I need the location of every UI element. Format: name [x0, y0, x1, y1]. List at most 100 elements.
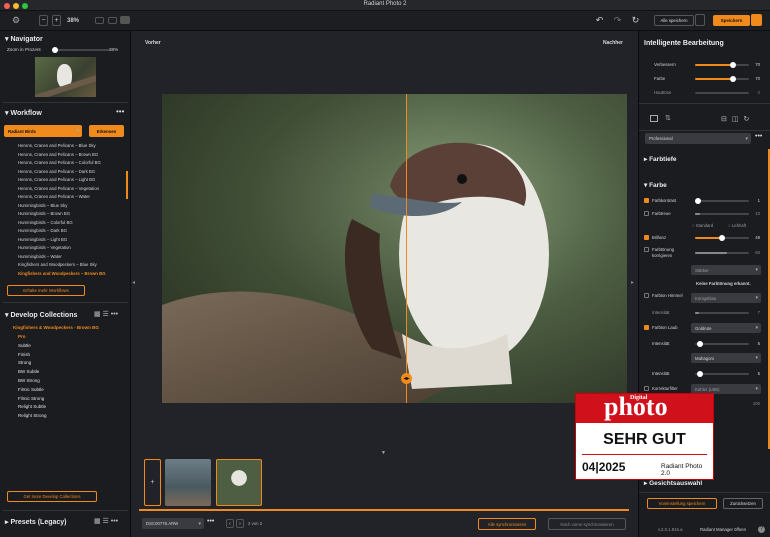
- more-develop-button[interactable]: Get more Develop Collections: [7, 491, 97, 502]
- save-preset-button[interactable]: Voreinstellung speichern: [647, 498, 717, 509]
- foliage-tone-select[interactable]: Goldrute: [691, 323, 761, 333]
- foliage-tone-checkbox[interactable]: [644, 325, 649, 330]
- develop-item[interactable]: BW Strong: [18, 378, 40, 383]
- image-icon[interactable]: [650, 115, 658, 122]
- mahogany-intensity-slider[interactable]: [695, 371, 749, 377]
- open-manager-link[interactable]: Radiant Manager öffnen: [700, 527, 746, 532]
- undo-icon[interactable]: ↶: [595, 15, 604, 26]
- profile-menu-icon[interactable]: •••: [755, 133, 762, 140]
- sky-intensity-slider[interactable]: [695, 312, 749, 314]
- workflow-menu-icon[interactable]: •••: [116, 107, 124, 116]
- tint-correction-checkbox[interactable]: [644, 247, 649, 252]
- foliage-intensity-slider[interactable]: [695, 341, 749, 347]
- develop-item[interactable]: Finish: [18, 352, 30, 357]
- develop-item[interactable]: Relight Subtle: [18, 404, 46, 409]
- workflow-header[interactable]: ▾ Workflow: [5, 109, 42, 117]
- color-slider[interactable]: [695, 76, 749, 82]
- workflow-item[interactable]: Herons, Cranes and Pelicans – Vegetation: [18, 186, 99, 191]
- fidelity-checkbox[interactable]: [644, 211, 649, 216]
- workflow-item[interactable]: Herons, Cranes and Pelicans – Dark BG: [18, 169, 95, 174]
- workflow-item[interactable]: Hummingbirds – Dark BG: [18, 228, 67, 233]
- left-collapse-icon[interactable]: ◂: [132, 279, 135, 286]
- navigator-thumbnail[interactable]: [35, 57, 96, 97]
- develop-item[interactable]: Filmic Strong: [18, 396, 44, 401]
- brilliance-slider-knob[interactable]: [719, 235, 725, 241]
- zoom-out-button[interactable]: −: [39, 15, 48, 26]
- workflow-item[interactable]: Hummingbirds – Water: [18, 254, 62, 259]
- face-selection-section[interactable]: ▸ Gesichtsauswahl: [644, 479, 702, 487]
- sky-tone-checkbox[interactable]: [644, 293, 649, 298]
- mahogany-intensity-knob[interactable]: [697, 371, 703, 377]
- file-menu-icon[interactable]: •••: [207, 518, 214, 525]
- workflow-item[interactable]: Hummingbirds – Blue Sky: [18, 203, 67, 208]
- contrast-checkbox[interactable]: [644, 198, 649, 203]
- help-icon[interactable]: ?: [758, 526, 765, 533]
- sync-all-button[interactable]: Alle synchronisieren: [478, 518, 536, 530]
- zoom-in-button[interactable]: +: [52, 15, 61, 26]
- main-photo[interactable]: ◂▸: [162, 94, 627, 403]
- zoom-slider[interactable]: [52, 47, 110, 53]
- redo-icon[interactable]: ↷: [613, 15, 622, 26]
- tint-correction-slider[interactable]: [695, 252, 749, 254]
- save-all-options-icon[interactable]: [695, 14, 705, 26]
- save-options-icon[interactable]: [751, 14, 762, 26]
- presets-view-icon[interactable]: ▦ ☰ •••: [94, 517, 118, 525]
- vivid-option[interactable]: ○ Lebhaft: [728, 223, 746, 228]
- develop-item[interactable]: BW Subtle: [18, 369, 39, 374]
- split-handle[interactable]: ◂▸: [401, 373, 412, 384]
- develop-header[interactable]: ▾ Develop Collections: [5, 311, 77, 319]
- single-view-icon[interactable]: [95, 17, 104, 24]
- workflow-item[interactable]: Herons, Cranes and Pelicans – Blue Sky: [18, 143, 96, 148]
- workflow-item[interactable]: Hummingbirds – Vegetation: [18, 245, 71, 250]
- workflow-item[interactable]: Herons, Cranes and Pelicans – Brown BG: [18, 152, 98, 157]
- side-by-side-view-icon[interactable]: [108, 17, 117, 24]
- settings-icon[interactable]: ⚙: [11, 15, 21, 26]
- right-collapse-icon[interactable]: ▸: [631, 279, 634, 286]
- prev-image-button[interactable]: ‹: [226, 519, 234, 528]
- workflow-item[interactable]: Herons, Cranes and Pelicans – Colorful B…: [18, 160, 101, 165]
- workflow-item[interactable]: Kingfishers and Woodpeckers – Brown BG: [18, 271, 106, 276]
- filmstrip-toggle-icon[interactable]: ▼: [381, 450, 386, 456]
- save-all-button[interactable]: Alle speichern: [654, 15, 694, 26]
- split-view-icon[interactable]: [120, 16, 130, 24]
- mahogany-select[interactable]: Mahagoni: [691, 353, 761, 363]
- standard-option[interactable]: ○ Standard: [692, 223, 713, 228]
- color-depth-section[interactable]: ▸ Farbtiefe: [644, 155, 677, 163]
- reset-icon[interactable]: ↻: [631, 15, 640, 26]
- workflow-category-select[interactable]: Radiant Birds: [4, 125, 82, 137]
- detect-button[interactable]: Erkennen: [89, 125, 124, 137]
- navigator-header[interactable]: ▾ Navigator: [5, 35, 43, 43]
- sky-tone-select[interactable]: Königsblau: [691, 293, 761, 303]
- develop-item[interactable]: Strong: [18, 360, 31, 365]
- workflow-item[interactable]: Hummingbirds – Colorful BG: [18, 220, 73, 225]
- next-image-button[interactable]: ›: [236, 519, 244, 528]
- develop-group-label[interactable]: Kingfishers & Woodpeckers - Brown BG: [13, 325, 99, 330]
- brilliance-slider[interactable]: [695, 235, 749, 241]
- workflow-item[interactable]: Kingfishers and Woodpeckers – Blue Sky: [18, 262, 97, 267]
- workflow-item[interactable]: Herons, Cranes and Pelicans – Light BG: [18, 177, 95, 182]
- zoom-slider-knob[interactable]: [52, 47, 58, 53]
- adjust-icon[interactable]: ⇅: [665, 114, 671, 122]
- contrast-slider[interactable]: [695, 198, 749, 204]
- color-section[interactable]: ▾ Farbe: [644, 181, 667, 189]
- develop-item[interactable]: Filmic Subtle: [18, 387, 44, 392]
- develop-item[interactable]: Subtle: [18, 343, 31, 348]
- filmstrip-thumb-kookaburra[interactable]: [216, 459, 262, 506]
- contrast-slider-knob[interactable]: [695, 198, 701, 204]
- develop-view-icon[interactable]: ▦ ☰ •••: [94, 310, 118, 318]
- workflow-item[interactable]: Hummingbirds – Brown BG: [18, 211, 70, 216]
- workflow-scrollbar[interactable]: [126, 171, 128, 199]
- more-workflows-button[interactable]: Erhalte mehr Workflows: [7, 285, 85, 296]
- file-select[interactable]: DSC00776.ARW: [142, 518, 204, 529]
- brilliance-checkbox[interactable]: [644, 235, 649, 240]
- enhance-slider-knob[interactable]: [730, 62, 736, 68]
- workflow-item[interactable]: Herons, Cranes and Pelicans – Water: [18, 194, 90, 199]
- enhance-slider[interactable]: [695, 62, 749, 68]
- tool-icons[interactable]: ⊟◫↻: [721, 115, 754, 123]
- sync-forward-button[interactable]: Nach vorne synchronisieren: [548, 518, 626, 530]
- presets-header[interactable]: ▸ Presets (Legacy): [5, 518, 67, 526]
- develop-item[interactable]: Relight Strong: [18, 413, 47, 418]
- workflow-item[interactable]: Hummingbirds – Light BG: [18, 237, 67, 242]
- reset-button[interactable]: Zurücksetzen: [723, 498, 763, 509]
- add-image-button[interactable]: +: [144, 459, 161, 506]
